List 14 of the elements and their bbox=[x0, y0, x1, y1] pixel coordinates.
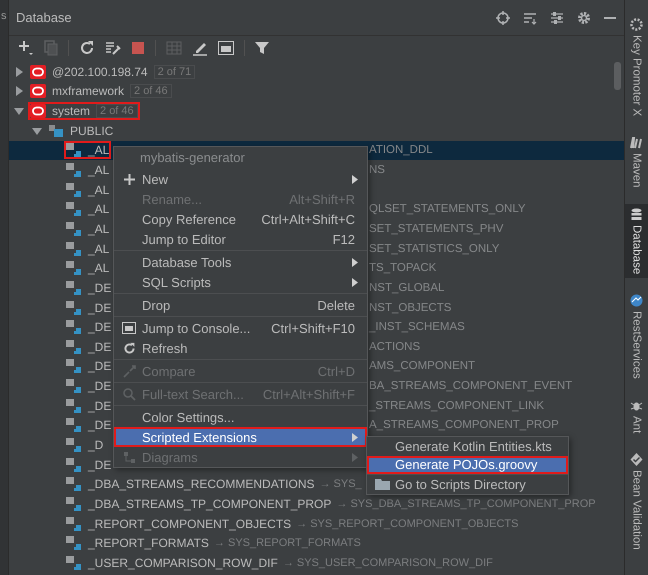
synonym-target: → SYS_DBA_STREAMS_TP_COMPONENT_PROP bbox=[336, 498, 596, 510]
panel-title: Database bbox=[16, 10, 72, 25]
menu-header: mybatis-generator bbox=[139, 149, 246, 167]
shortcut-label: Delete bbox=[317, 298, 355, 312]
synonym-target: → SYS_USER_COMPARISON_ROW_DIF bbox=[282, 556, 493, 569]
count-badge: 2 of 46 bbox=[96, 104, 138, 118]
shortcut-label: Ctrl+Alt+Shift+C bbox=[261, 212, 355, 226]
shortcut-label: F12 bbox=[332, 232, 355, 246]
synonym-target: → SYS_REPORT_FORMATS bbox=[214, 537, 361, 550]
count-badge: 2 of 46 bbox=[130, 84, 172, 98]
count-badge: 2 of 71 bbox=[154, 64, 196, 79]
synonym-target: → SYS_REPORT_COMPONENT_OBJECTS bbox=[296, 518, 518, 530]
synonym-target: → SYS_ bbox=[319, 478, 362, 490]
shortcut-label: Ctrl+Shift+F10 bbox=[271, 320, 355, 336]
